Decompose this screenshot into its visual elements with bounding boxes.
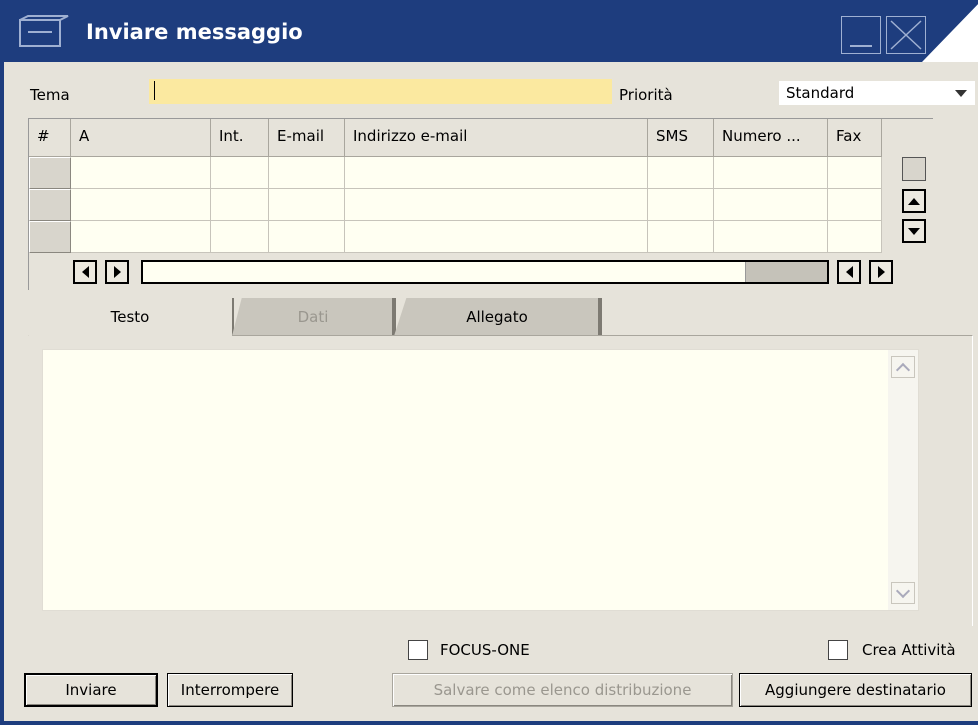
row-selector[interactable] — [29, 221, 71, 253]
recipients-grid: # A Int. E-mail Indirizzo e-mail SMS Num… — [28, 118, 933, 290]
abort-button[interactable]: Interrompere — [167, 673, 293, 707]
arrow-right-icon — [113, 266, 121, 278]
priorita-label: Priorità — [619, 86, 673, 104]
tab-separator — [598, 298, 602, 336]
table-cell[interactable] — [71, 221, 211, 253]
column-header-email[interactable]: E-mail — [269, 119, 345, 157]
close-button[interactable] — [886, 16, 926, 54]
table-cell[interactable] — [211, 157, 269, 189]
table-cell[interactable] — [269, 189, 345, 221]
horizontal-scroll-thumb[interactable] — [745, 262, 827, 282]
text-caret — [154, 81, 155, 100]
dropdown-arrow-icon[interactable] — [955, 90, 967, 97]
arrow-left-icon — [845, 266, 853, 278]
tab-testo[interactable]: Testo — [28, 298, 232, 336]
send-button[interactable]: Inviare — [24, 673, 158, 707]
column-scroll-right-button[interactable] — [105, 260, 129, 284]
title-bar[interactable]: Inviare messaggio — [4, 0, 978, 62]
priorita-select[interactable]: Standard — [779, 81, 975, 105]
table-cell[interactable] — [714, 221, 828, 253]
table-cell[interactable] — [211, 189, 269, 221]
tab-label: Allegato — [466, 308, 528, 326]
message-body-textarea[interactable] — [42, 349, 919, 611]
arrow-up-icon — [908, 197, 920, 205]
crea-attivita-label: Crea Attività — [862, 641, 956, 659]
focus-one-label: FOCUS-ONE — [440, 641, 530, 659]
table-cell[interactable] — [828, 189, 882, 221]
column-header-int[interactable]: Int. — [211, 119, 269, 157]
table-cell[interactable] — [269, 221, 345, 253]
row-selector[interactable] — [29, 189, 71, 221]
column-header-number[interactable]: # — [29, 119, 71, 157]
tab-dati[interactable]: Dati — [232, 298, 394, 336]
priorita-value: Standard — [786, 84, 855, 102]
tab-label: Testo — [110, 308, 150, 326]
send-message-window: Inviare messaggio Tema Priorità Standard… — [0, 0, 978, 725]
grid-vertical-scrollbar[interactable] — [900, 157, 926, 255]
textarea-scroll-up-button[interactable] — [891, 356, 915, 378]
tab-allegato[interactable]: Allegato — [394, 298, 600, 336]
row-selector[interactable] — [29, 157, 71, 189]
table-cell[interactable] — [345, 189, 648, 221]
window-form-icon — [19, 15, 69, 47]
scroll-thumb[interactable] — [902, 157, 926, 181]
column-header-fax[interactable]: Fax — [828, 119, 882, 157]
textarea-scrollbar[interactable] — [888, 350, 918, 610]
table-cell[interactable] — [714, 189, 828, 221]
chevron-up-icon — [895, 362, 911, 377]
table-cell[interactable] — [71, 189, 211, 221]
focus-one-checkbox[interactable] — [408, 640, 428, 660]
arrow-right-icon — [877, 266, 885, 278]
scroll-right-button[interactable] — [869, 260, 893, 284]
grid-horizontal-scrollbar[interactable] — [141, 260, 829, 284]
table-cell[interactable] — [71, 157, 211, 189]
table-row — [29, 189, 882, 221]
table-cell[interactable] — [211, 221, 269, 253]
column-header-a[interactable]: A — [71, 119, 211, 157]
scroll-left-button[interactable] — [837, 260, 861, 284]
close-icon — [890, 20, 922, 50]
table-cell[interactable] — [648, 221, 714, 253]
tab-separator — [392, 298, 396, 336]
minimize-button[interactable] — [841, 16, 881, 54]
table-cell[interactable] — [345, 221, 648, 253]
scroll-down-button[interactable] — [902, 219, 926, 243]
arrow-left-icon — [81, 266, 89, 278]
tema-input[interactable] — [149, 79, 612, 104]
column-header-sms[interactable]: SMS — [648, 119, 714, 157]
tema-label: Tema — [30, 86, 70, 104]
window-title: Inviare messaggio — [86, 20, 303, 44]
table-row — [29, 221, 882, 253]
column-header-number-phone[interactable]: Numero ... — [714, 119, 828, 157]
arrow-down-icon — [908, 227, 920, 235]
column-scroll-left-button[interactable] — [73, 260, 97, 284]
table-cell[interactable] — [714, 157, 828, 189]
textarea-scroll-down-button[interactable] — [891, 582, 915, 604]
title-corner-decoration — [922, 0, 978, 62]
save-distribution-list-button[interactable]: Salvare come elenco distribuzione — [392, 673, 733, 707]
column-header-email-address[interactable]: Indirizzo e-mail — [345, 119, 648, 157]
chevron-down-icon — [895, 583, 911, 598]
table-cell[interactable] — [648, 157, 714, 189]
table-cell[interactable] — [269, 157, 345, 189]
table-row — [29, 157, 882, 189]
table-cell[interactable] — [345, 157, 648, 189]
scroll-up-button[interactable] — [902, 189, 926, 213]
table-cell[interactable] — [828, 221, 882, 253]
table-cell[interactable] — [828, 157, 882, 189]
tab-label: Dati — [297, 308, 329, 326]
add-recipient-button[interactable]: Aggiungere destinatario — [739, 673, 972, 707]
crea-attivita-checkbox[interactable] — [828, 640, 848, 660]
table-cell[interactable] — [648, 189, 714, 221]
